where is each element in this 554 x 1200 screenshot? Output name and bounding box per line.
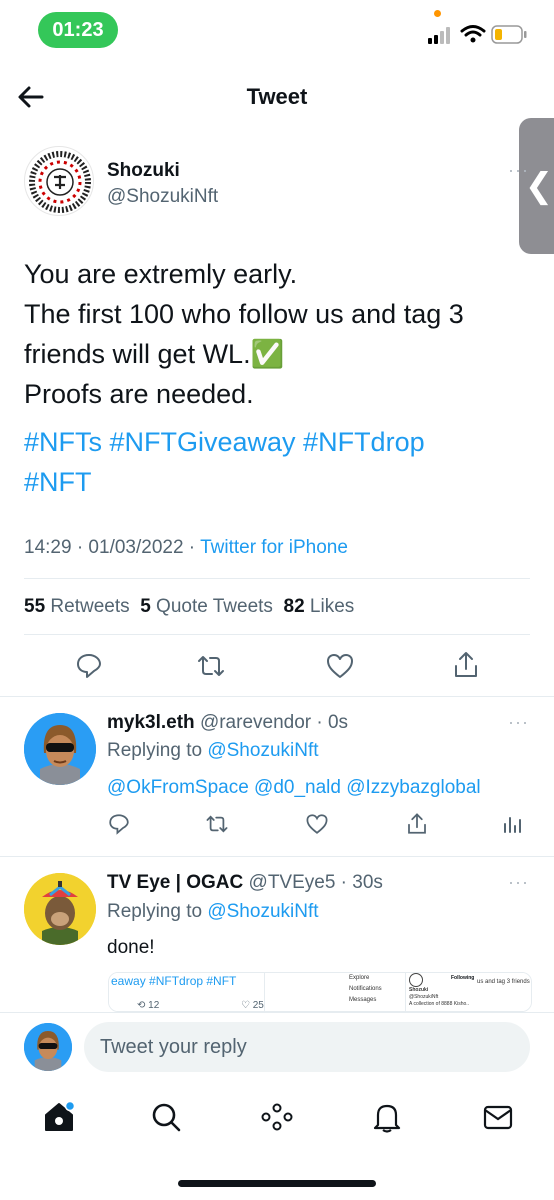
tweet-line: The first 100 who follow us and tag 3 [24,299,464,329]
notifications-bell-icon[interactable] [370,1100,404,1134]
like-heart-icon[interactable] [325,651,355,681]
divider [24,578,530,579]
quotes-label[interactable]: Quote Tweets [156,596,273,617]
embed-menu: Explore Notifications Messages [349,973,382,1006]
messages-envelope-icon[interactable] [481,1100,515,1134]
embed-menu-item: Notifications [349,986,382,992]
status-time: 01:23 [38,12,118,48]
retweet-icon[interactable] [196,651,226,681]
more-options-icon[interactable]: ··· [508,872,529,893]
author-name[interactable]: Shozuki [107,160,180,182]
reply-image[interactable]: eaway #NFTdrop #NFT ⟲ 12 ♡ 25 Explore No… [108,972,532,1012]
privacy-indicator-dot [434,10,441,17]
replying-to: Replying to @ShozukiNft [107,901,319,923]
my-avatar[interactable] [24,1023,72,1071]
tweet-reply-input[interactable]: Tweet your reply [84,1022,530,1072]
ape-avatar-illustration [24,873,96,945]
reply-icon[interactable] [107,812,131,836]
hashtag-line[interactable]: #NFT [24,462,524,502]
side-panel-handle[interactable]: ❮ [519,118,554,254]
reply-avatar[interactable] [24,713,96,785]
search-icon[interactable] [149,1100,183,1134]
embed-profile-name: Shozuki [409,987,429,993]
reply-author[interactable]: myk3l.eth @rarevendor · 0s [107,712,348,734]
home-indicator[interactable] [178,1180,376,1187]
hashtag-line[interactable]: #NFTs #NFTGiveaway #NFTdrop [24,422,524,462]
embed-retweet-count: 12 [148,1000,160,1011]
battery-icon [491,25,527,44]
wifi-icon [460,25,486,43]
tweet-text: You are extremly early. The first 100 wh… [24,254,524,414]
tweet-line: friends will get WL.✅ [24,339,285,369]
replying-prefix: Replying to [107,740,208,761]
retweet-icon[interactable] [205,812,229,836]
embed-following: Following [451,975,475,981]
tweet-timestamp: 14:29 · 01/03/2022 · Twitter for iPhone [24,537,348,559]
replying-to: Replying to @ShozukiNft [107,740,319,762]
page-title: Tweet [246,84,308,109]
replying-to-link[interactable]: @ShozukiNft [207,740,318,761]
reply-avatar[interactable] [24,873,96,945]
tweet-stats: 55 Retweets 5 Quote Tweets 82 Likes [24,596,354,618]
home-icon[interactable] [42,1100,76,1134]
likes-label[interactable]: Likes [310,596,354,617]
embed-menu-item: Explore [349,975,370,981]
ape-avatar-illustration [24,1023,72,1071]
tweet-source-link[interactable]: Twitter for iPhone [200,537,348,558]
tweet-time: 14:29 · 01/03/2022 · [24,537,201,558]
chevron-left-icon: ❮ [524,167,554,205]
like-heart-icon[interactable] [305,812,329,836]
embed-menu-item: Messages [349,997,377,1003]
author-avatar[interactable] [24,146,94,216]
embed-profile-handle: @ShozukiNft [409,994,439,1000]
reply-input-placeholder: Tweet your reply [100,1035,247,1058]
embed-retweets: ⟲ 12 [137,1000,160,1011]
reply-author-name[interactable]: TV Eye | OGAC [107,872,243,893]
reply-handle-time: @TVEye5 · 30s [248,872,383,893]
tweet-hashtags: #NFTs #NFTGiveaway #NFTdrop #NFT [24,422,524,502]
share-icon[interactable] [405,812,429,836]
embed-like-count: 25 [252,1000,264,1011]
reply-icon[interactable] [74,651,104,681]
cellular-signal-icon [428,27,450,44]
tweet-line: Proofs are needed. [24,379,254,409]
likes-count[interactable]: 82 [284,596,305,617]
quotes-count[interactable]: 5 [140,596,151,617]
replying-to-link[interactable]: @ShozukiNft [207,901,318,922]
embed-likes: ♡ 25 [241,1000,264,1011]
ape-avatar-illustration [24,713,96,785]
retweets-label[interactable]: Retweets [50,596,129,617]
reply-author[interactable]: TV Eye | OGAC @TVEye5 · 30s [107,872,383,894]
divider [0,696,554,697]
more-options-icon[interactable]: ··· [508,712,529,733]
reply-text: done! [107,937,155,958]
reply-handle-time: @rarevendor · 0s [199,712,349,733]
author-handle[interactable]: @ShozukiNft [107,186,218,208]
tweet-line: You are extremly early. [24,259,298,289]
spaces-icon[interactable] [260,1100,294,1134]
shozuki-logo [29,151,91,213]
embed-text: eaway #NFTdrop #NFT [111,974,237,988]
more-options-icon[interactable]: ··· [508,160,529,181]
share-icon[interactable] [451,650,481,680]
divider [0,856,554,857]
embed-right-text: us and tag 3 friends [477,979,530,985]
analytics-icon[interactable] [500,812,524,836]
divider [24,634,530,635]
reply-author-name[interactable]: myk3l.eth [107,712,195,733]
reply-text[interactable]: @OkFromSpace @d0_nald @Izzybazglobal [107,777,481,799]
retweets-count[interactable]: 55 [24,596,45,617]
replying-prefix: Replying to [107,901,208,922]
embed-profile-bio: A collection of 8888 Kisho.. [409,1001,470,1007]
